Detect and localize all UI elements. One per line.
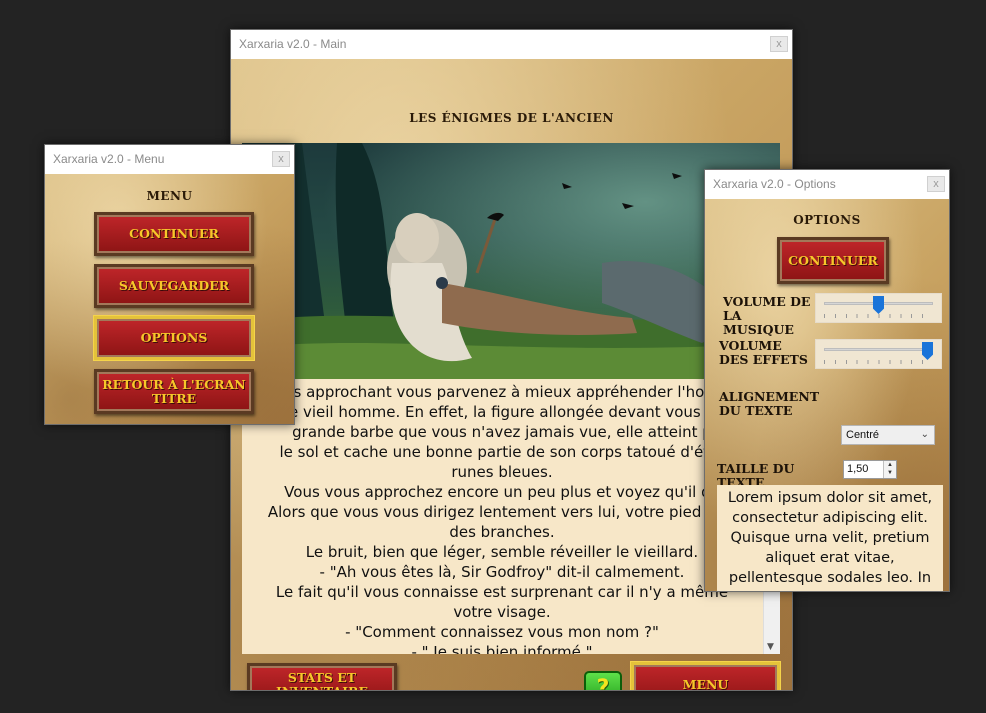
story-line: grande barbe que vous n'avez jamais vue,… [292,423,712,441]
text-size-spinner[interactable]: 1,50 ▲ ▼ [843,460,897,479]
scroll-down-icon[interactable]: ▼ [767,642,774,652]
text-size-value: 1,50 [847,463,869,475]
main-titlebar[interactable]: Xarxaria v2.0 - Main x [231,30,792,59]
story-line: le sol et cache une bonne partie de son … [279,443,725,461]
save-button[interactable]: SAUVEGARDER [94,264,254,308]
back-to-title-button[interactable]: RETOUR À L'ECRAN TITRE [94,369,254,414]
story-line: Alors que vous vous dirigez lentement ve… [267,503,737,521]
menu-parchment: MENU CONTINUER SAUVEGARDER OPTIONS RETOU… [45,174,294,424]
story-line: Le bruit, bien que léger, semble réveill… [305,543,699,561]
text-alignment-value: Centré [846,429,880,441]
options-parchment: OPTIONS CONTINUER VOLUME DE LA MUSIQUE V… [705,199,949,591]
options-continue-button[interactable]: CONTINUER [777,237,889,284]
help-button[interactable]: ? [584,671,622,690]
slider-track [824,348,933,351]
story-text: s approchant vous parvenez à mieux appré… [242,379,762,654]
story-line: s approchant vous parvenez à mieux appré… [293,383,711,401]
menu-close-button[interactable]: x [272,151,290,167]
text-alignment-select[interactable]: Centré ⌄ [841,425,935,445]
story-line: Vous vous approchez encore un peu plus e… [284,483,720,501]
music-volume-label: VOLUME DE LA MUSIQUE [723,294,811,337]
options-close-button[interactable]: x [927,176,945,192]
effects-volume-label: VOLUME DES EFFETS [719,338,808,367]
story-line: Le fait qu'il vous connaisse est surpren… [275,583,729,601]
effects-volume-slider[interactable] [815,339,942,369]
story-line: - "Ah vous êtes là, Sir Godfroy" dit-il … [319,563,685,581]
story-line: - " Je suis bien informé " [411,643,593,654]
text-alignment-label: ALIGNEMENT DU TEXTE [719,389,820,418]
story-line: runes bleues. [451,463,553,481]
slider-ticks [824,314,933,318]
options-window: Xarxaria v2.0 - Options x OPTIONS CONTIN… [704,169,950,592]
options-button[interactable]: OPTIONS [94,316,254,360]
music-volume-slider[interactable] [815,293,942,323]
spinner-arrows-icon[interactable]: ▲ ▼ [883,461,896,478]
story-line: des branches. [449,523,555,541]
continue-button[interactable]: CONTINUER [94,212,254,256]
options-heading: OPTIONS [793,213,861,227]
menu-window-title: Xarxaria v2.0 - Menu [53,152,165,166]
slider-thumb[interactable] [922,342,933,360]
story-text-box[interactable]: s approchant vous parvenez à mieux appré… [242,379,780,654]
main-close-button[interactable]: x [770,36,788,52]
chevron-down-icon: ⌄ [920,429,929,440]
menu-titlebar[interactable]: Xarxaria v2.0 - Menu x [45,145,294,174]
slider-ticks [824,360,933,364]
slider-thumb[interactable] [873,296,884,314]
options-window-title: Xarxaria v2.0 - Options [713,177,836,191]
menu-button[interactable]: MENU [631,662,780,690]
story-line: - "Comment connaissez vous mon nom ?" [345,623,659,641]
story-line: e vieil homme. En effet, la figure allon… [288,403,716,421]
menu-heading: MENU [146,189,193,203]
story-line: votre visage. [453,603,551,621]
scene-illustration [242,143,780,379]
main-heading: LES ÉNIGMES DE L'ANCIEN [409,111,614,125]
menu-window: Xarxaria v2.0 - Menu x MENU CONTINUER SA… [44,144,295,425]
stats-inventory-button[interactable]: STATS ET INVENTAIRE [247,663,397,690]
text-preview: Lorem ipsum dolor sit amet, consectetur … [717,485,943,591]
main-window-title: Xarxaria v2.0 - Main [239,37,347,51]
options-titlebar[interactable]: Xarxaria v2.0 - Options x [705,170,949,199]
old-man-forest-illustration [242,143,780,379]
